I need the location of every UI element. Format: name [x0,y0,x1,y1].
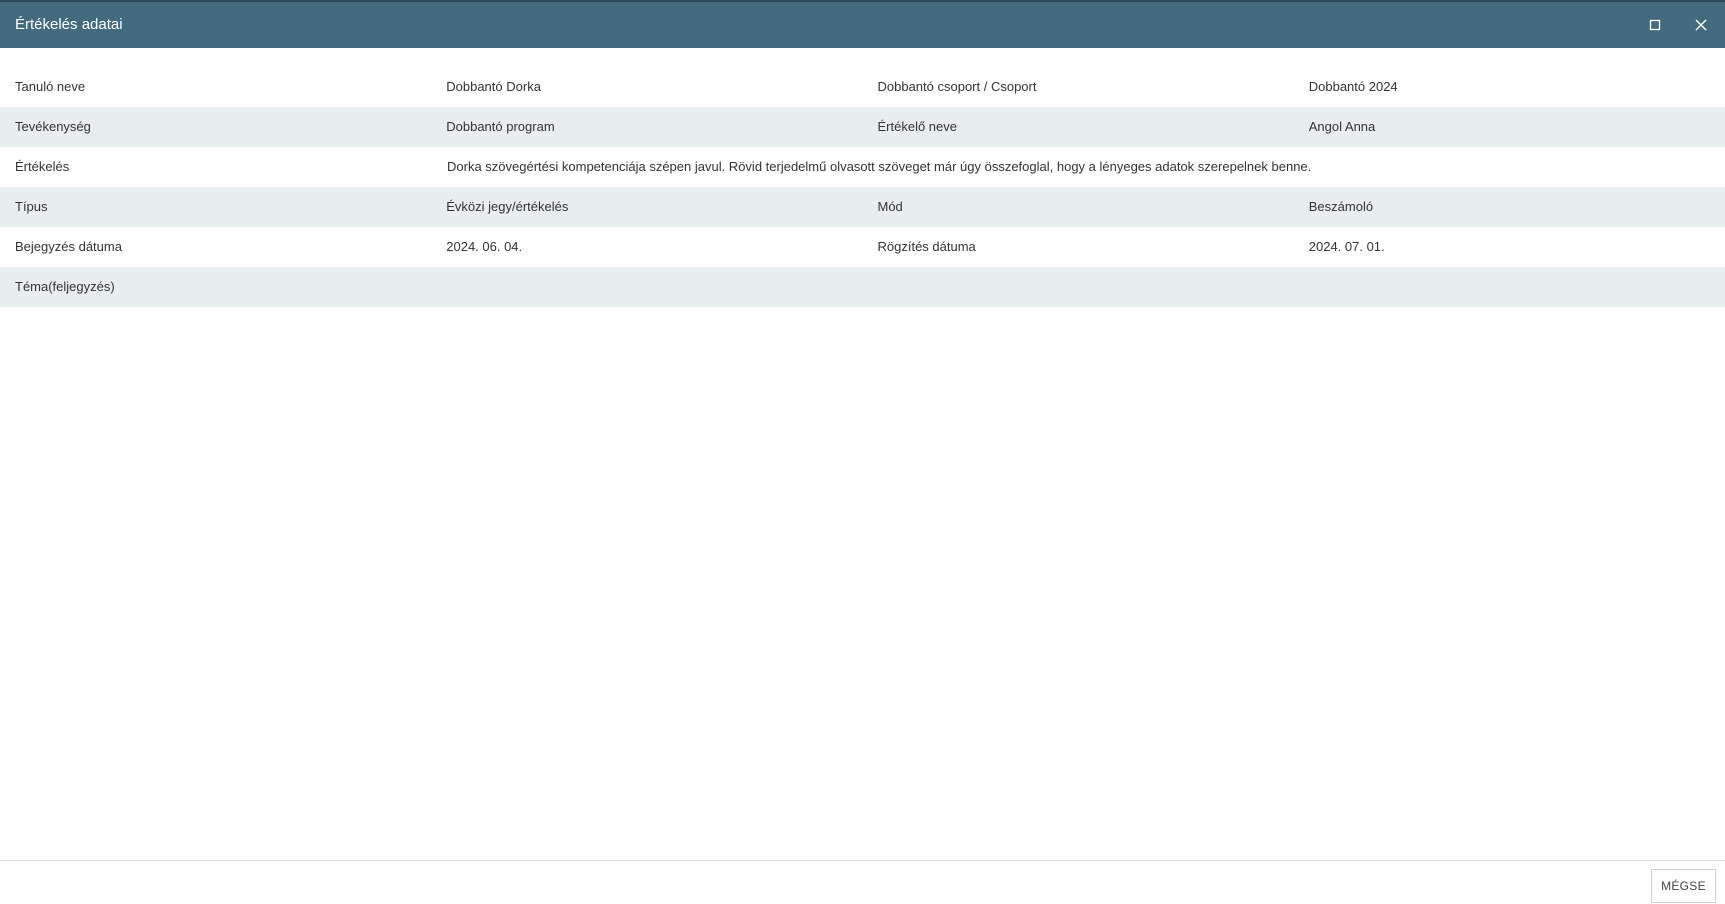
value-evaluation: Dorka szövegértési kompetenciája szépen … [447,159,1312,174]
value-activity: Dobbantó program [446,119,555,134]
details-table: Tanuló neve Dobbantó Dorka Dobbantó csop… [0,67,1725,307]
cancel-button[interactable]: MÉGSE [1651,869,1716,903]
row-evaluation: Értékelés Dorka szövegértési kompetenciá… [0,147,1725,187]
value-student-name: Dobbantó Dorka [446,79,541,94]
dialog-footer: MÉGSE [0,860,1725,904]
value-evaluator-name: Angol Anna [1308,119,1376,134]
dialog-titlebar: Értékelés adatai [0,0,1725,48]
value-group: Dobbantó 2024 [1308,79,1398,94]
row-type: Típus Évközi jegy/értékelés Mód Beszámol… [0,187,1725,227]
label-type: Típus [15,199,48,214]
label-evaluation: Értékelés [15,159,70,174]
dialog-title: Értékelés adatai [15,16,123,33]
close-icon[interactable] [1690,14,1712,36]
label-group: Dobbantó csoport / Csoport [877,79,1037,94]
label-entry-date: Bejegyzés dátuma [15,239,122,254]
label-student-name: Tanuló neve [15,79,86,94]
row-entry-date: Bejegyzés dátuma 2024. 06. 04. Rögzítés … [0,227,1725,267]
value-record-date: 2024. 07. 01. [1308,239,1385,254]
value-type: Évközi jegy/értékelés [446,199,569,214]
maximize-icon[interactable] [1644,14,1666,36]
row-activity: Tevékenység Dobbantó program Értékelő ne… [0,107,1725,147]
label-topic: Téma(feljegyzés) [15,279,115,294]
row-student-name: Tanuló neve Dobbantó Dorka Dobbantó csop… [0,67,1725,107]
label-activity: Tevékenység [15,119,91,134]
label-record-date: Rögzítés dátuma [877,239,976,254]
row-topic: Téma(feljegyzés) [0,267,1725,307]
value-entry-date: 2024. 06. 04. [446,239,523,254]
value-mode: Beszámoló [1308,199,1374,214]
label-mode: Mód [877,199,903,214]
evaluation-details-dialog: Értékelés adatai Tanuló neve Dobbantó Do… [0,0,1725,904]
label-evaluator-name: Értékelő neve [877,119,958,134]
